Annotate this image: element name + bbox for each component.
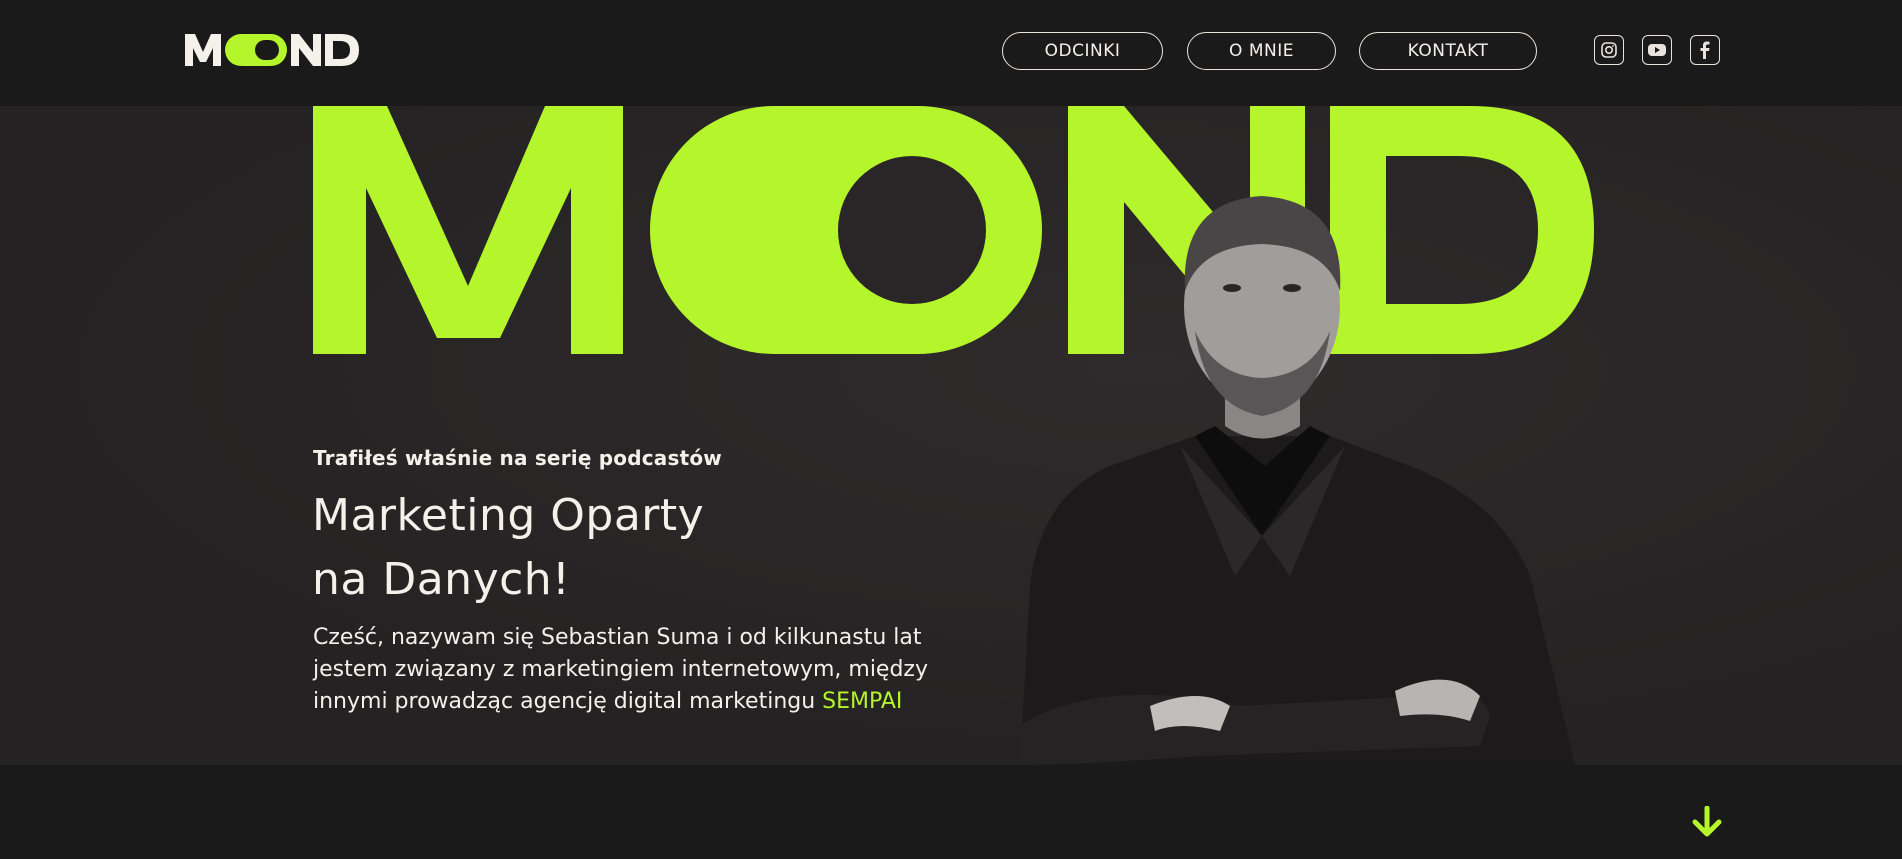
sempai-link[interactable]: SEMPAI [822, 689, 902, 714]
facebook-icon [1700, 41, 1710, 59]
nav-kontakt[interactable]: KONTAKT [1359, 32, 1537, 70]
headline-line-1: Marketing Oparty [312, 490, 705, 541]
hero-section: Trafiłeś właśnie na serię podcastów Mark… [0, 106, 1902, 765]
nav-o-mnie[interactable]: O MNIE [1187, 32, 1336, 70]
instagram-link[interactable] [1594, 35, 1624, 65]
youtube-link[interactable] [1642, 35, 1672, 65]
arrow-down-icon[interactable] [1692, 806, 1722, 838]
headline-line-2: na Danych! [312, 554, 571, 605]
footer-band [0, 765, 1902, 859]
nav-odcinki[interactable]: ODCINKI [1002, 32, 1163, 70]
facebook-link[interactable] [1690, 35, 1720, 65]
hero-kicker: Trafiłeś właśnie na serię podcastów [313, 446, 722, 470]
portrait-photo [1018, 196, 1575, 765]
hero-headline: Marketing Oparty na Danych! [312, 484, 832, 612]
site-logo[interactable] [183, 30, 363, 70]
hero-bio: Cześć, nazywam się Sebastian Suma i od k… [313, 622, 933, 718]
instagram-icon [1601, 42, 1617, 58]
youtube-icon [1648, 44, 1666, 56]
site-header: ODCINKI O MNIE KONTAKT [0, 0, 1902, 106]
